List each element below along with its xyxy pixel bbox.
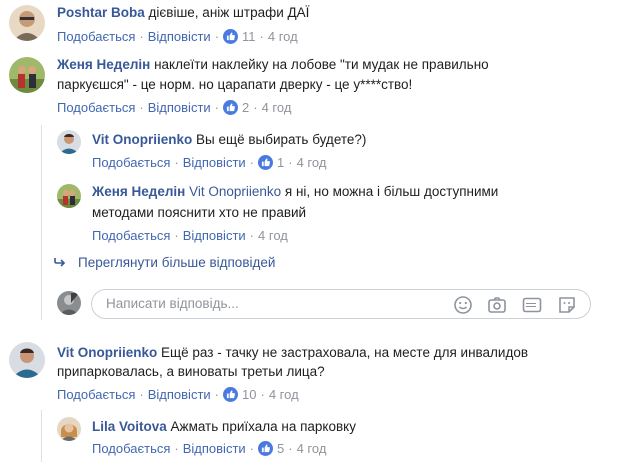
comment-body: я ні, но можна і більш доступними (284, 184, 499, 199)
thread-line (41, 125, 42, 320)
comment-body: Вы ещё выбирать будете?) (196, 132, 367, 147)
sticker-icon[interactable] (557, 295, 577, 315)
like-count[interactable]: 2 (242, 100, 249, 115)
reply-button[interactable]: Відповісти (183, 155, 246, 170)
comment-text: Vit Onopriienko Ещё раз - тачку не застр… (57, 344, 528, 362)
reply-button[interactable]: Відповісти (148, 29, 211, 44)
comment-author[interactable]: Vit Onopriienko (57, 345, 157, 360)
like-button[interactable]: Подобається (57, 29, 135, 44)
timestamp[interactable]: 4 год (297, 155, 327, 170)
timestamp[interactable]: 4 год (262, 100, 292, 115)
like-thumb-icon[interactable] (258, 441, 274, 456)
timestamp[interactable]: 4 год (297, 441, 327, 456)
reply-button[interactable]: Відповісти (183, 441, 246, 456)
reply-button[interactable]: Відповісти (183, 228, 246, 243)
like-thumb-icon[interactable] (223, 29, 239, 44)
like-button[interactable]: Подобається (92, 441, 170, 456)
like-count[interactable]: 10 (242, 387, 256, 402)
comment-author[interactable]: Lila Voitova (92, 419, 167, 434)
comment-text: Lila Voitova Ажмать приїхала на парковку (92, 418, 356, 436)
reply-placeholder: Написати відповідь... (106, 296, 239, 311)
view-more-replies[interactable]: Переглянути більше відповідей (54, 255, 275, 270)
like-thumb-icon[interactable] (223, 100, 239, 115)
comment-body-line: методами пояснити хто не правий (92, 205, 307, 220)
comment-actions: Подобається · Відповісти · 1 · 4 год (92, 155, 327, 170)
like-count[interactable]: 11 (242, 29, 256, 44)
avatar[interactable] (57, 417, 81, 441)
comment-body: дієвіше, аніж штрафи ДАЇ (148, 5, 310, 20)
avatar[interactable] (57, 291, 81, 315)
avatar[interactable] (57, 130, 81, 154)
comment-actions: Подобається · Відповісти · 4 год (92, 228, 288, 243)
like-count[interactable]: 1 (277, 155, 284, 170)
emoji-icon[interactable] (453, 295, 473, 315)
comment-author[interactable]: Женя Неделін (92, 184, 185, 199)
like-thumb-icon[interactable] (223, 387, 239, 402)
camera-icon[interactable] (487, 295, 507, 315)
mention-link[interactable]: Vit Onopriienko (189, 184, 281, 199)
comment-text: Vit Onopriienko Вы ещё выбирать будете?) (92, 131, 366, 149)
gif-icon[interactable] (522, 295, 542, 315)
comment-text: Женя Неделін Vit Onopriienko я ні, но мо… (92, 183, 498, 201)
comment-body: Ещё раз - тачку не застраховала, на мест… (161, 345, 529, 360)
like-button[interactable]: Подобається (57, 100, 135, 115)
comment-body: Ажмать приїхала на парковку (170, 419, 356, 434)
reply-button[interactable]: Відповісти (148, 100, 211, 115)
avatar[interactable] (9, 342, 45, 378)
comment-author[interactable]: Vit Onopriienko (92, 132, 192, 147)
thread-line (41, 410, 42, 462)
comment-author[interactable]: Женя Неделін (57, 57, 150, 72)
reply-input[interactable]: Написати відповідь... (91, 289, 591, 319)
comment-body: наклеїти наклейку на лобове "ти мудак не… (154, 57, 489, 72)
comment-body-line: паркуєшся" - це норм. но царапати дверку… (57, 77, 413, 92)
comment-text: Женя Неделін наклеїти наклейку на лобове… (57, 56, 489, 74)
avatar[interactable] (9, 5, 45, 41)
comment-body-line: припарковалась, а виноваты третьи лица? (57, 364, 325, 379)
like-button[interactable]: Подобається (92, 228, 170, 243)
like-button[interactable]: Подобається (57, 387, 135, 402)
comment-actions: Подобається · Відповісти · 2 · 4 год (57, 100, 292, 115)
comment-text: Poshtar Boba дієвіше, аніж штрафи ДАЇ (57, 4, 309, 22)
like-thumb-icon[interactable] (258, 155, 274, 170)
comment-author[interactable]: Poshtar Boba (57, 5, 145, 20)
comment-actions: Подобається · Відповісти · 10 · 4 год (57, 387, 299, 402)
avatar[interactable] (9, 57, 45, 93)
like-button[interactable]: Подобається (92, 155, 170, 170)
timestamp[interactable]: 4 год (258, 228, 288, 243)
avatar[interactable] (57, 184, 81, 208)
comment-actions: Подобається · Відповісти · 5 · 4 год (92, 441, 327, 456)
reply-button[interactable]: Відповісти (148, 387, 211, 402)
like-count[interactable]: 5 (277, 441, 284, 456)
timestamp[interactable]: 4 год (268, 29, 298, 44)
view-more-label[interactable]: Переглянути більше відповідей (78, 255, 275, 270)
comment-actions: Подобається · Відповісти · 11 · 4 год (57, 29, 298, 44)
timestamp[interactable]: 4 год (269, 387, 299, 402)
reply-arrow-icon (54, 255, 66, 267)
